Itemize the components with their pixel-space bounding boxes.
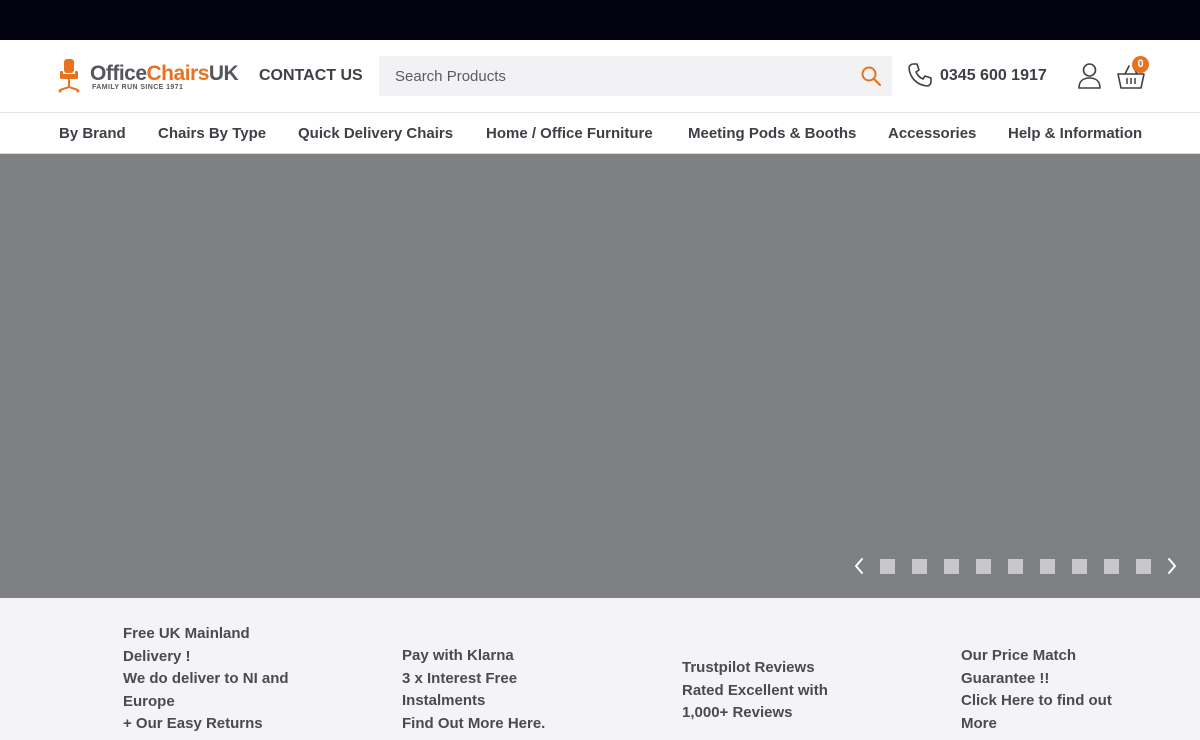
carousel-dot[interactable] — [1040, 559, 1055, 574]
hero-carousel[interactable] — [0, 154, 1200, 598]
feature-line: Instalments — [402, 692, 486, 709]
nav-item-help[interactable]: Help & Information — [1008, 125, 1142, 142]
feature-line: More — [961, 714, 997, 732]
carousel-next-icon[interactable] — [1165, 556, 1179, 576]
top-bar — [0, 0, 1200, 40]
logo-tagline: FAMILY RUN SINCE 1971 — [92, 84, 184, 91]
carousel-dot[interactable] — [1072, 559, 1087, 574]
feature-line: 3 x Interest Free — [402, 669, 518, 687]
search-bar — [379, 56, 892, 96]
feature-line: Trustpilot Reviews — [682, 659, 815, 676]
contact-us-link[interactable]: CONTACT US — [259, 67, 363, 85]
site-logo[interactable]: OfficeChairsUK FAMILY RUN SINCE 1971 — [58, 59, 240, 95]
feature-line: We do deliver to NI and — [123, 670, 289, 687]
carousel-dot[interactable] — [880, 559, 895, 574]
nav-item-chairs-by-type[interactable]: Chairs By Type — [158, 125, 266, 142]
phone-number[interactable]: 0345 600 1917 — [940, 67, 1047, 85]
nav-item-meeting-pods[interactable]: Meeting Pods & Booths — [688, 125, 856, 142]
feature-klarna[interactable]: Pay with Klarna 3 x Interest Free Instal… — [402, 645, 545, 735]
carousel-dot[interactable] — [1136, 559, 1151, 574]
nav-item-accessories[interactable]: Accessories — [888, 125, 976, 142]
feature-line: Find Out More Here. — [402, 714, 546, 732]
basket-count-badge: 0 — [1132, 56, 1149, 73]
phone-icon — [908, 63, 932, 87]
feature-line: Free UK Mainland — [123, 625, 250, 642]
basket-button[interactable]: 0 — [1117, 56, 1153, 92]
feature-line: Pay with Klarna — [402, 647, 514, 664]
feature-line: Our Price Match — [961, 647, 1077, 664]
feature-price-match[interactable]: Our Price Match Guarantee !! Click Here … — [961, 645, 1112, 735]
search-icon[interactable] — [860, 65, 882, 87]
feature-delivery[interactable]: Free UK Mainland Delivery ! We do delive… — [123, 623, 289, 736]
nav-item-by-brand[interactable]: By Brand — [59, 125, 126, 142]
logo-word-chairs: Chairs — [146, 62, 210, 85]
feature-line: 1,000+ Reviews — [682, 704, 793, 721]
nav-item-home-office-furniture[interactable]: Home / Office Furniture — [486, 125, 653, 142]
nav-item-quick-delivery[interactable]: Quick Delivery Chairs — [298, 125, 453, 142]
feature-line: Click Here to find out — [961, 692, 1112, 709]
feature-line: Rated Excellent with — [682, 681, 828, 699]
carousel-prev-icon[interactable] — [852, 556, 866, 576]
carousel-dot[interactable] — [1104, 559, 1119, 574]
carousel-dot[interactable] — [976, 559, 991, 574]
account-icon[interactable] — [1077, 62, 1102, 89]
logo-word-uk: UK — [208, 62, 239, 85]
carousel-dot[interactable] — [944, 559, 959, 574]
feature-line: Delivery ! — [123, 647, 191, 665]
logo-wordmark: OfficeChairsUK — [90, 62, 239, 86]
feature-line: Guarantee !! — [961, 669, 1050, 687]
logo-word-office: Office — [90, 62, 147, 85]
feature-strip: Free UK Mainland Delivery ! We do delive… — [0, 598, 1200, 740]
site-header: OfficeChairsUK FAMILY RUN SINCE 1971 CON… — [0, 40, 1200, 113]
main-nav: By Brand Chairs By Type Quick Delivery C… — [0, 113, 1200, 154]
carousel-dot[interactable] — [1008, 559, 1023, 574]
chair-logo-icon — [58, 59, 80, 93]
feature-trustpilot[interactable]: Trustpilot Reviews Rated Excellent with … — [682, 657, 828, 725]
carousel-dot[interactable] — [912, 559, 927, 574]
feature-line: Europe — [123, 692, 175, 710]
feature-line: + Our Easy Returns — [123, 715, 263, 732]
search-input[interactable] — [379, 56, 849, 96]
